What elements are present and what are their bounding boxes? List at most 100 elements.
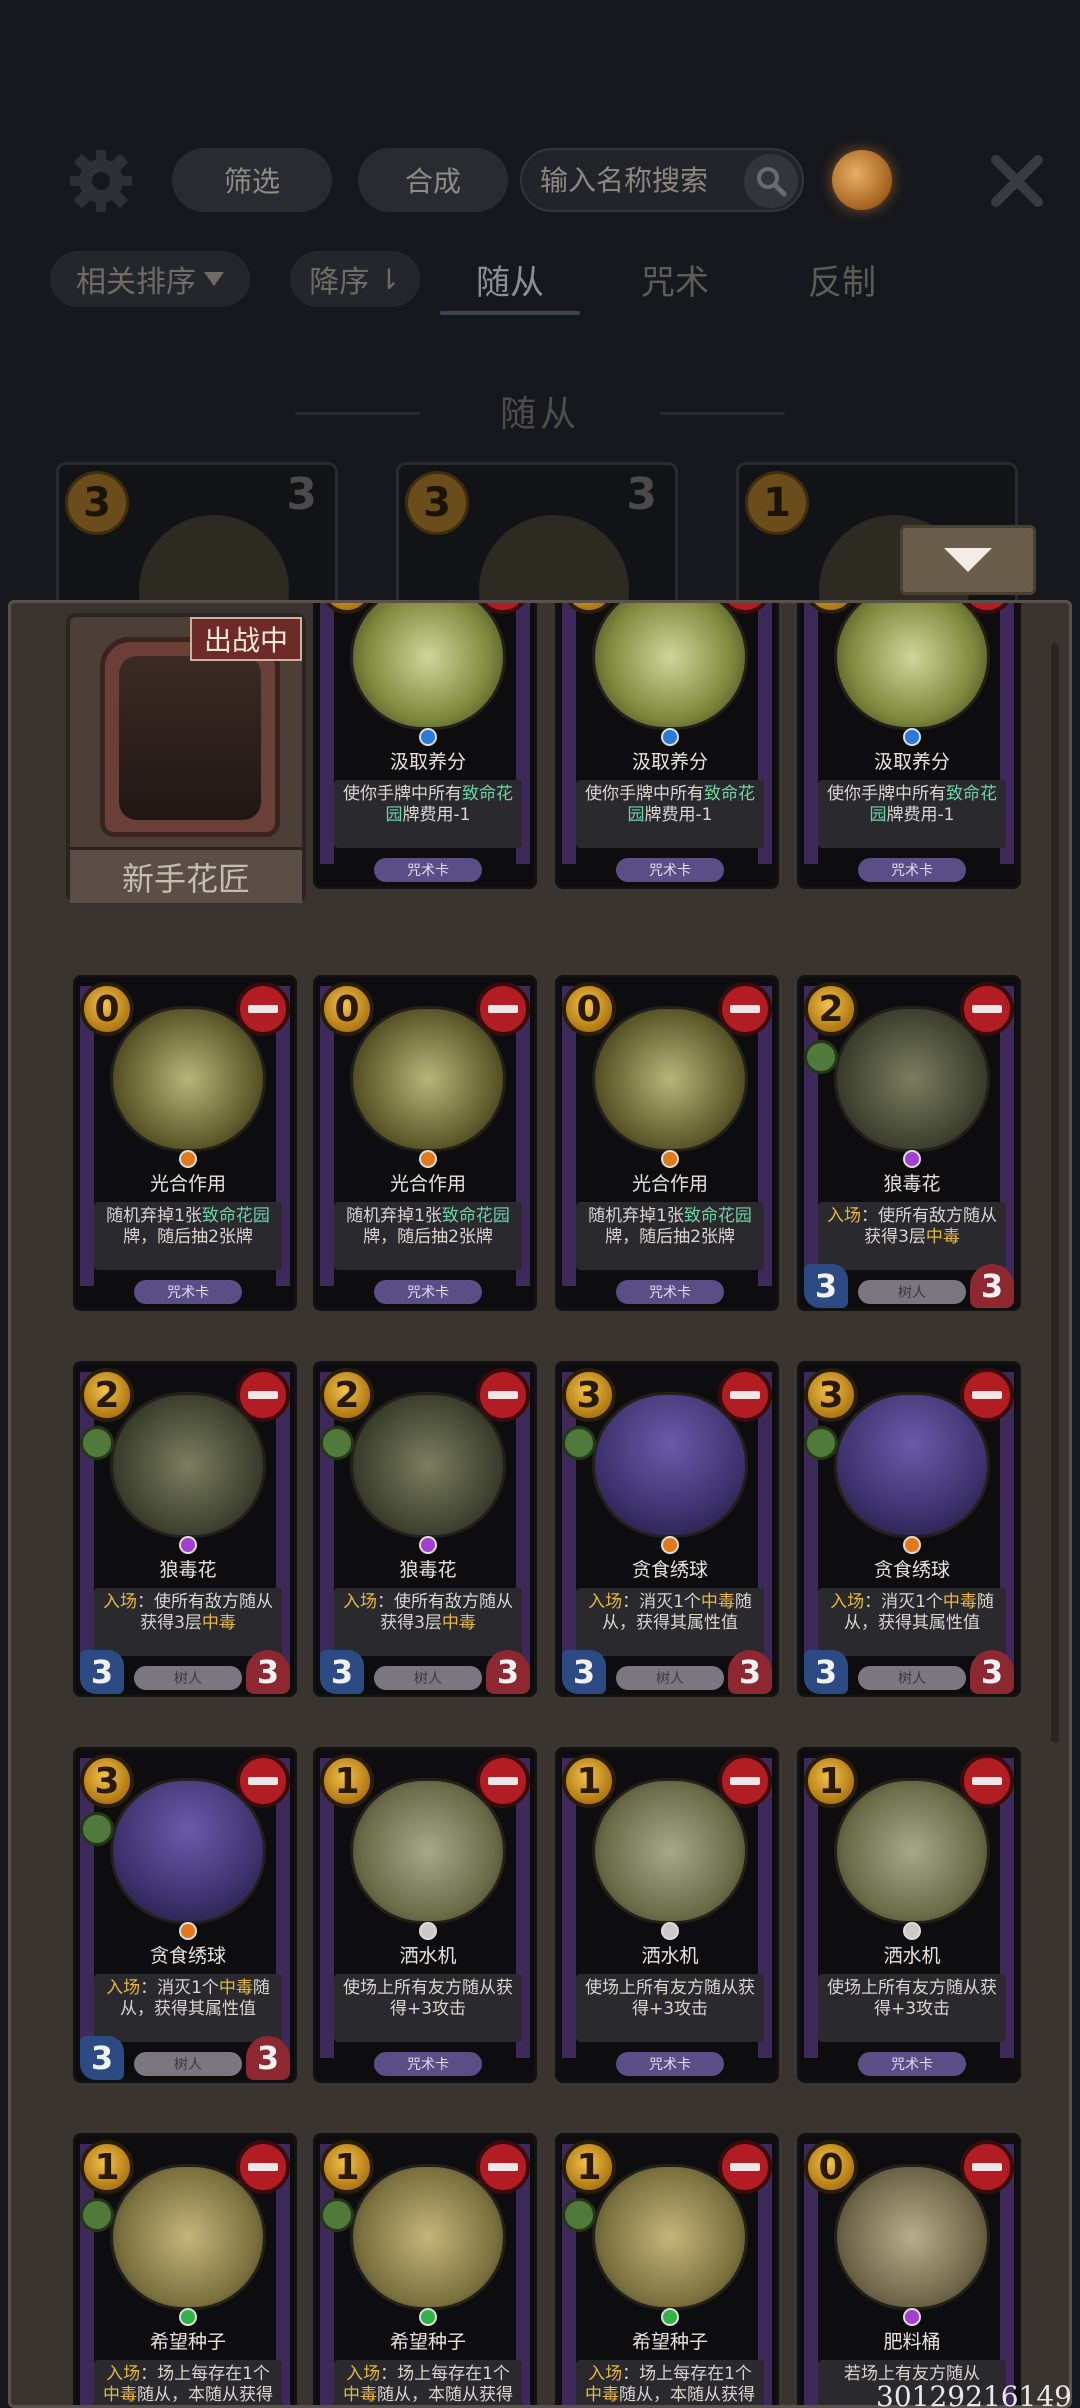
search-button[interactable] — [744, 154, 798, 208]
card-description: 入场：场上每存在1个中毒随从，本随从获得+1+1 — [576, 2360, 764, 2405]
card-art — [350, 1006, 506, 1152]
card-type-label: 咒术卡 — [616, 2052, 724, 2076]
card-description: 入场：使所有敌方随从获得3层中毒 — [334, 1588, 522, 1656]
remove-card-button[interactable] — [960, 1754, 1014, 1808]
card-description: 使你手牌中所有致命花园牌费用-1 — [576, 780, 764, 848]
game-card[interactable]: 3 贪食绣球 入场：消灭1个中毒随从，获得其属性值 树人 3 3 — [73, 1747, 297, 2083]
remove-card-button[interactable] — [960, 982, 1014, 1036]
remove-card-button[interactable] — [718, 2140, 772, 2194]
game-card[interactable]: 3 贪食绣球 入场：消灭1个中毒随从，获得其属性值 树人 3 3 — [797, 1361, 1021, 1697]
card-description: 使场上所有友方随从获得+3攻击 — [576, 1974, 764, 2042]
game-card[interactable]: 1 洒水机 使场上所有友方随从获得+3攻击 咒术卡 — [313, 1747, 537, 2083]
card-health: 3 — [970, 1650, 1014, 1694]
settings-gear-icon[interactable] — [68, 148, 134, 214]
remove-card-button[interactable] — [476, 982, 530, 1036]
card-count: 3 — [626, 469, 657, 520]
sort-relevance-button[interactable]: 相关排序 — [50, 251, 250, 307]
remove-card-button[interactable] — [476, 1368, 530, 1422]
game-card[interactable]: 3 贪食绣球 入场：消灭1个中毒随从，获得其属性值 树人 3 3 — [555, 1361, 779, 1697]
craft-button[interactable]: 合成 — [358, 148, 508, 212]
pot-icon — [320, 1426, 354, 1460]
game-card[interactable]: 1 洒水机 使场上所有友方随从获得+3攻击 咒术卡 — [555, 1747, 779, 2083]
collapse-panel-button[interactable] — [900, 525, 1036, 595]
remove-card-button[interactable] — [236, 982, 290, 1036]
card-description: 入场：场上每存在1个中毒随从，本随从获得+1+1 — [94, 2360, 282, 2405]
scrollbar[interactable] — [1051, 643, 1059, 1743]
card-attack: 3 — [320, 1650, 364, 1694]
game-card[interactable]: 1希望种子入场：场上每存在1个中毒随从，本随从获得+1+1树人 — [555, 2133, 779, 2405]
game-card[interactable]: 2 狼毒花 入场：使所有敌方随从获得3层中毒 树人 3 3 — [73, 1361, 297, 1697]
card-art — [834, 2164, 990, 2310]
game-card[interactable]: 0肥料桶若场上有友方随从咒术卡 — [797, 2133, 1021, 2405]
game-card[interactable]: 0 光合作用 随机弃掉1张致命花园牌，随后抽2张牌 咒术卡 — [73, 975, 297, 1311]
back-row-card[interactable]: 3 3 — [56, 462, 338, 612]
card-description: 使场上所有友方随从获得+3攻击 — [334, 1974, 522, 2042]
game-card[interactable]: 1汲取养分使你手牌中所有致命花园牌费用-1咒术卡 — [797, 603, 1021, 889]
game-card[interactable]: 0 光合作用 随机弃掉1张致命花园牌，随后抽2张牌 咒术卡 — [313, 975, 537, 1311]
remove-card-button[interactable] — [476, 1754, 530, 1808]
search-input[interactable] — [540, 163, 740, 197]
card-type-label: 咒术卡 — [134, 1280, 242, 1304]
game-card[interactable]: 1汲取养分使你手牌中所有致命花园牌费用-1咒术卡 — [313, 603, 537, 889]
remove-card-button[interactable] — [718, 1754, 772, 1808]
game-card[interactable]: 2 狼毒花 入场：使所有敌方随从获得3层中毒 树人 3 3 — [797, 975, 1021, 1311]
card-description: 使你手牌中所有致命花园牌费用-1 — [334, 780, 522, 848]
remove-card-button[interactable] — [960, 2140, 1014, 2194]
game-card[interactable]: 1希望种子入场：场上每存在1个中毒随从，本随从获得+1+1树人 — [313, 2133, 537, 2405]
card-art — [834, 1006, 990, 1152]
game-card[interactable]: 1 洒水机 使场上所有友方随从获得+3攻击 咒术卡 — [797, 1747, 1021, 2083]
tab-minions[interactable]: 随从 — [440, 251, 580, 315]
search-box — [520, 148, 804, 212]
card-attack: 3 — [804, 1650, 848, 1694]
filter-button[interactable]: 筛选 — [172, 148, 332, 212]
remove-card-button[interactable] — [718, 982, 772, 1036]
card-cost: 3 — [562, 1368, 616, 1422]
tab-bar: 相关排序 降序 ⇂ 随从 咒术 反制 — [0, 245, 1080, 315]
hero-card[interactable]: 出战中 新手花匠 — [66, 613, 306, 903]
card-name: 光合作用 — [149, 1172, 226, 1195]
card-cost: 0 — [320, 982, 374, 1036]
card-description: 入场：消灭1个中毒随从，获得其属性值 — [94, 1974, 282, 2042]
card-name: 洒水机 — [641, 1944, 699, 1967]
card-description: 随机弃掉1张致命花园牌，随后抽2张牌 — [334, 1202, 522, 1270]
card-border-left — [804, 603, 818, 864]
card-art — [110, 1778, 266, 1924]
game-card[interactable]: 1汲取养分使你手牌中所有致命花园牌费用-1咒术卡 — [555, 603, 779, 889]
close-icon[interactable] — [988, 152, 1046, 210]
card-description: 入场：场上每存在1个中毒随从，本随从获得+1+1 — [334, 2360, 522, 2405]
card-attack: 3 — [562, 1650, 606, 1694]
card-health: 3 — [246, 2036, 290, 2080]
card-cost: 1 — [562, 2140, 616, 2194]
game-card[interactable]: 1希望种子入场：场上每存在1个中毒随从，本随从获得+1+1树人 — [73, 2133, 297, 2405]
pot-icon — [80, 2198, 114, 2232]
tab-counters[interactable]: 反制 — [772, 251, 912, 307]
remove-card-button[interactable] — [236, 2140, 290, 2194]
card-count: 3 — [286, 469, 317, 520]
card-cost: 3 — [80, 1754, 134, 1808]
card-border-left — [562, 603, 576, 864]
card-type-label: 咒术卡 — [374, 1280, 482, 1304]
remove-card-button[interactable] — [236, 1368, 290, 1422]
remove-card-button[interactable] — [960, 1368, 1014, 1422]
tab-spells[interactable]: 咒术 — [605, 251, 745, 307]
remove-card-button[interactable] — [236, 1754, 290, 1808]
sort-order-button[interactable]: 降序 ⇂ — [290, 251, 420, 307]
card-cost: 3 — [804, 1368, 858, 1422]
remove-card-button[interactable] — [476, 2140, 530, 2194]
hero-portrait — [119, 656, 261, 820]
card-type-label: 咒术卡 — [858, 2052, 966, 2076]
game-card[interactable]: 2 狼毒花 入场：使所有敌方随从获得3层中毒 树人 3 3 — [313, 1361, 537, 1697]
pot-icon — [80, 1426, 114, 1460]
card-cost: 1 — [320, 2140, 374, 2194]
back-row-card[interactable]: 3 3 — [396, 462, 678, 612]
card-description: 使你手牌中所有致命花园牌费用-1 — [818, 780, 1006, 848]
card-art — [350, 1778, 506, 1924]
game-card[interactable]: 0 光合作用 随机弃掉1张致命花园牌，随后抽2张牌 咒术卡 — [555, 975, 779, 1311]
card-cost: 1 — [320, 1754, 374, 1808]
card-art — [834, 1392, 990, 1538]
card-art — [592, 1778, 748, 1924]
remove-card-button[interactable] — [718, 1368, 772, 1422]
pot-icon — [804, 1426, 838, 1460]
card-type-label: 树人 — [134, 2052, 242, 2076]
currency-logo-icon[interactable] — [832, 150, 892, 210]
